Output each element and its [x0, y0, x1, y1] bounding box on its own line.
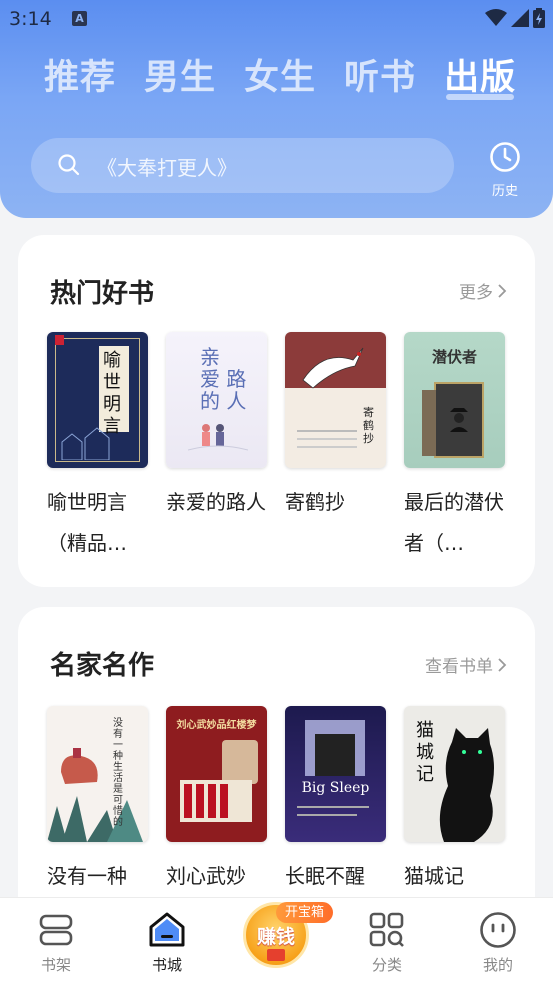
book-item[interactable]: 没有一种生活是可惜的 没有一种 [47, 706, 148, 897]
nav-category[interactable]: 分类 [342, 910, 432, 975]
tab-publish-label: 出版 [444, 58, 517, 98]
nav-mine-label: 我的 [482, 956, 513, 974]
nav-category-label: 分类 [371, 956, 402, 974]
cover-title: Big Sleep [301, 780, 370, 796]
tab-female[interactable]: 女生 [244, 54, 316, 102]
book-item[interactable]: 喻世明言 喻世明言（精品… [47, 332, 148, 564]
book-title: 最后的潜伏者（… [404, 490, 504, 555]
chevron-right-icon [498, 283, 507, 298]
tab-recommend[interactable]: 推荐 [44, 54, 116, 102]
nav-bookstore[interactable]: 书城 [122, 910, 212, 975]
wifi-icon [485, 9, 507, 26]
red-envelope-icon [267, 949, 285, 961]
book-item[interactable]: 猫城记 猫城记 [404, 706, 505, 897]
signal-icon [511, 9, 529, 27]
cover-title: 没有一种生活是可惜的 [113, 718, 123, 828]
cover-title: 潜伏者 [431, 348, 477, 366]
book-title: 长眠不醒 [285, 864, 365, 888]
cover-title: 亲爱 路的 人 [200, 345, 247, 413]
header: 3:14 A 推荐 男生 女生 听书 出版 《大奉打更人》 历史 [0, 0, 553, 218]
battery-icon [533, 8, 545, 28]
chevron-right-icon [498, 657, 507, 672]
status-bar: 3:14 A [0, 0, 553, 38]
book-title: 没有一种 [47, 864, 127, 888]
cover-title: 寄鹤抄 [363, 406, 374, 445]
book-cover: 猫城记 [404, 706, 505, 842]
search-icon [58, 154, 80, 176]
status-time: 3:14 [9, 8, 52, 30]
hot-books-section: 热门好书 更多 喻世明言 喻世明言（精品… 亲爱 路的 人 亲爱的路人 寄鹤抄 … [18, 235, 535, 587]
bookstore-icon [122, 910, 212, 950]
earn-label: 赚钱 [256, 926, 295, 948]
bookshelf-icon [11, 910, 101, 950]
hot-books-title: 热门好书 [50, 279, 155, 309]
book-title: 喻世明言（精品… [47, 490, 127, 555]
nav-mine[interactable]: 我的 [453, 910, 543, 975]
book-title: 猫城记 [404, 864, 464, 888]
search-bar[interactable]: 《大奉打更人》 [31, 138, 454, 193]
tab-publish[interactable]: 出版 [444, 54, 516, 102]
book-cover: 喻世明言 [47, 332, 148, 468]
cover-title: 刘心武妙品红楼梦 [176, 720, 257, 731]
notification-a-icon: A [72, 11, 87, 26]
active-tab-indicator [446, 94, 515, 100]
search-placeholder: 《大奉打更人》 [97, 156, 237, 180]
history-button[interactable]: 历史 [485, 141, 525, 199]
book-cover: 潜伏者 [404, 332, 505, 468]
nav-bookstore-label: 书城 [151, 956, 182, 974]
tab-male[interactable]: 男生 [144, 54, 216, 102]
category-icon [342, 910, 432, 950]
clock-icon [490, 142, 520, 172]
hot-books-list: 喻世明言 喻世明言（精品… 亲爱 路的 人 亲爱的路人 寄鹤抄 寄鹤抄 潜伏者 … [47, 332, 505, 564]
book-item[interactable]: Big Sleep 长眠不醒 [285, 706, 386, 897]
famous-works-title: 名家名作 [50, 651, 155, 681]
open-treasure-badge[interactable]: 开宝箱 [276, 902, 334, 923]
category-tabs: 推荐 男生 女生 听书 出版 [44, 54, 516, 102]
history-label: 历史 [491, 184, 518, 199]
book-item[interactable]: 刘心武妙品红楼梦 刘心武妙 [166, 706, 267, 897]
book-title: 刘心武妙 [166, 864, 246, 888]
book-title: 寄鹤抄 [285, 490, 345, 514]
book-cover: 没有一种生活是可惜的 [47, 706, 148, 842]
book-item[interactable]: 寄鹤抄 寄鹤抄 [285, 332, 386, 564]
nav-bookshelf-label: 书架 [40, 956, 71, 974]
more-label: 查看书单 [425, 657, 493, 677]
profile-face-icon [453, 910, 543, 950]
tab-audio[interactable]: 听书 [344, 54, 416, 102]
book-item[interactable]: 潜伏者 最后的潜伏者（… [404, 332, 505, 564]
book-title: 亲爱的路人 [166, 490, 266, 514]
status-icons [485, 8, 545, 28]
famous-works-section: 名家名作 查看书单 没有一种生活是可惜的 没有一种 刘心武妙品红楼梦 刘心武妙 [18, 607, 535, 937]
hot-books-more-link[interactable]: 更多 [459, 278, 507, 303]
more-label: 更多 [459, 283, 493, 303]
nav-bookshelf[interactable]: 书架 [11, 910, 101, 975]
famous-works-list: 没有一种生活是可惜的 没有一种 刘心武妙品红楼梦 刘心武妙 Big Sleep [47, 706, 505, 897]
book-cover: Big Sleep [285, 706, 386, 842]
book-item[interactable]: 亲爱 路的 人 亲爱的路人 [166, 332, 267, 564]
book-cover: 刘心武妙品红楼梦 [166, 706, 267, 842]
famous-works-more-link[interactable]: 查看书单 [425, 652, 507, 677]
book-cover: 寄鹤抄 [285, 332, 386, 468]
book-cover: 亲爱 路的 人 [166, 332, 267, 468]
